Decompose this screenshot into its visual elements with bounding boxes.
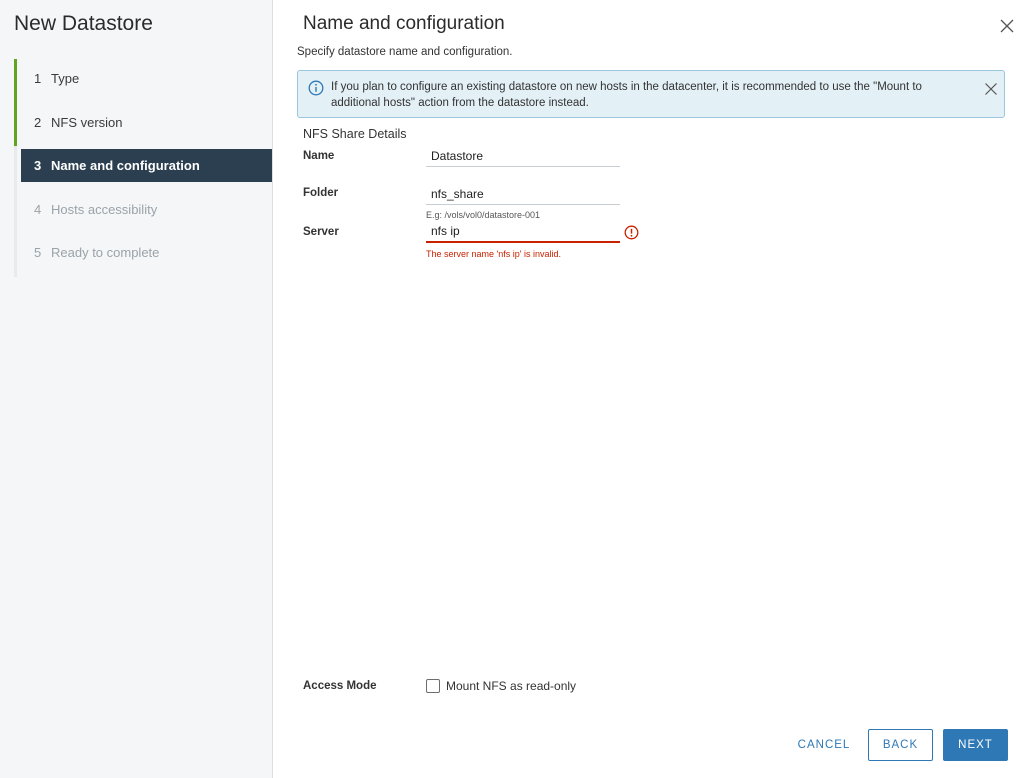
info-alert: If you plan to configure an existing dat…	[297, 70, 1005, 118]
section-title: NFS Share Details	[303, 127, 407, 141]
step-label: NFS version	[51, 114, 123, 130]
server-label: Server	[303, 226, 339, 238]
step-ready-to-complete: 5 Ready to complete	[14, 233, 272, 277]
cancel-button[interactable]: CANCEL	[789, 729, 859, 761]
next-button[interactable]: NEXT	[943, 729, 1008, 761]
step-number: 4	[34, 201, 42, 217]
name-field[interactable]	[426, 145, 620, 167]
close-icon[interactable]	[999, 18, 1015, 34]
step-number: 5	[34, 245, 42, 260]
step-number: 1	[34, 71, 42, 86]
step-indicator	[14, 102, 17, 146]
alert-text: If you plan to configure an existing dat…	[331, 81, 922, 109]
step-label: Ready to complete	[51, 245, 160, 260]
step-nfs-version[interactable]: 2 NFS version	[14, 102, 272, 146]
step-label-wrap: 4 Hosts accessibility	[21, 193, 272, 226]
step-indicator	[14, 233, 17, 277]
server-error-text: The server name 'nfs ip' is invalid.	[426, 249, 561, 259]
info-icon	[308, 80, 324, 96]
read-only-checkbox[interactable]	[426, 679, 440, 693]
folder-helper-text: E.g: /vols/vol0/datastore-001	[426, 210, 541, 220]
step-hosts-accessibility: 4 Hosts accessibility	[14, 189, 272, 233]
folder-field[interactable]	[426, 183, 620, 205]
error-icon	[624, 225, 639, 240]
wizard-content: Name and configuration Specify datastore…	[273, 0, 1024, 778]
wizard-sidebar: New Datastore 1 Type 2 NFS version 3 Nam…	[0, 0, 273, 778]
name-label: Name	[303, 150, 335, 162]
page-subtitle: Specify datastore name and configuration…	[297, 46, 513, 58]
step-label-wrap: 3 Name and configuration	[21, 149, 272, 182]
server-field[interactable]	[426, 221, 620, 243]
page-title: Name and configuration	[303, 13, 505, 34]
step-type[interactable]: 1 Type	[14, 59, 272, 103]
alert-close-icon[interactable]	[984, 82, 998, 96]
step-number: 2	[34, 114, 42, 130]
wizard-title: New Datastore	[14, 12, 153, 35]
back-button[interactable]: BACK	[868, 729, 933, 761]
step-name-and-configuration[interactable]: 3 Name and configuration	[14, 146, 272, 190]
step-label-wrap: 5 Ready to complete	[21, 236, 272, 269]
step-indicator	[14, 146, 17, 190]
step-label-wrap: 2 NFS version	[21, 106, 272, 139]
step-number: 3	[34, 158, 42, 173]
step-indicator	[14, 59, 17, 103]
step-label-wrap: 1 Type	[21, 62, 272, 95]
step-label: Name and configuration	[51, 158, 200, 173]
access-mode-label: Access Mode	[303, 680, 377, 692]
wizard-steps: 1 Type 2 NFS version 3 Name and configur…	[14, 59, 272, 277]
step-label: Hosts accessibility	[51, 201, 158, 217]
step-label: Type	[51, 71, 80, 86]
folder-label: Folder	[303, 187, 339, 199]
read-only-checkbox-label[interactable]: Mount NFS as read-only	[446, 679, 576, 693]
step-indicator	[14, 189, 17, 233]
